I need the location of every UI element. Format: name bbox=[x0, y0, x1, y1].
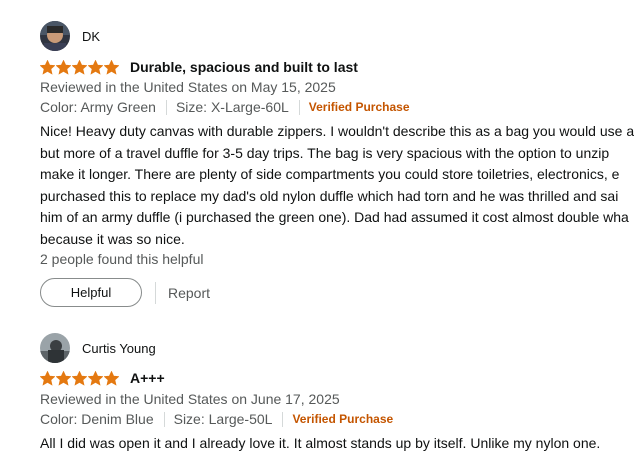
star-rating[interactable] bbox=[40, 370, 119, 386]
star-icon bbox=[72, 370, 87, 386]
rating-title-row: Durable, spacious and built to last bbox=[40, 59, 358, 75]
review-title[interactable]: Durable, spacious and built to last bbox=[130, 59, 358, 75]
review-body-line: purchased this to replace my dad's old n… bbox=[40, 187, 619, 204]
star-icon bbox=[104, 59, 119, 75]
review-body-line: him of an army duffle (i purchased the g… bbox=[40, 209, 629, 225]
star-icon bbox=[40, 59, 55, 75]
star-icon bbox=[56, 59, 71, 75]
product-variant: Color: Denim Blue Size: Large-50L Verifi… bbox=[40, 411, 393, 427]
review-body: Nice! Heavy duty canvas with durable zip… bbox=[40, 121, 634, 250]
star-icon bbox=[72, 59, 87, 75]
variant-size[interactable]: Size: X-Large-60L bbox=[176, 99, 289, 115]
rating-title-row: A+++ bbox=[40, 370, 165, 386]
divider bbox=[163, 411, 165, 427]
variant-color[interactable]: Color: Army Green bbox=[40, 99, 156, 115]
star-icon bbox=[40, 370, 55, 386]
review-date: Reviewed in the United States on May 15,… bbox=[40, 79, 336, 95]
review-body: All I did was open it and I already love… bbox=[40, 433, 634, 455]
avatar bbox=[40, 21, 70, 51]
star-icon bbox=[104, 370, 119, 386]
star-icon bbox=[56, 370, 71, 386]
review-body-line: but more of a travel duffle for 3-5 day … bbox=[40, 144, 610, 161]
product-variant: Color: Army Green Size: X-Large-60L Veri… bbox=[40, 99, 410, 115]
star-rating[interactable] bbox=[40, 59, 119, 75]
divider bbox=[155, 281, 156, 304]
reviewer-name[interactable]: DK bbox=[82, 29, 100, 44]
verified-purchase-badge[interactable]: Verified Purchase bbox=[292, 412, 393, 426]
reviewer-name[interactable]: Curtis Young bbox=[82, 341, 156, 356]
review-body-line: All I did was open it and I already love… bbox=[40, 435, 601, 451]
verified-purchase-badge[interactable]: Verified Purchase bbox=[309, 100, 410, 114]
review-body-line: Nice! Heavy duty canvas with durable zip… bbox=[40, 123, 634, 139]
review-date: Reviewed in the United States on June 17… bbox=[40, 391, 340, 407]
helpful-count: 2 people found this helpful bbox=[40, 251, 204, 267]
divider bbox=[165, 99, 167, 115]
review-actions: Helpful Report bbox=[40, 278, 210, 307]
variant-color[interactable]: Color: Denim Blue bbox=[40, 411, 154, 427]
avatar bbox=[40, 333, 70, 363]
divider bbox=[298, 99, 300, 115]
variant-size[interactable]: Size: Large-50L bbox=[174, 411, 273, 427]
review-body-line: make it longer. There are plenty of side… bbox=[40, 166, 620, 182]
review-body-line: because it was so nice. bbox=[40, 230, 185, 247]
star-icon bbox=[88, 370, 103, 386]
report-link[interactable]: Report bbox=[168, 285, 210, 301]
divider bbox=[282, 411, 284, 427]
review-title[interactable]: A+++ bbox=[130, 370, 165, 386]
helpful-button[interactable]: Helpful bbox=[40, 278, 142, 307]
reviewer-profile[interactable]: Curtis Young bbox=[40, 333, 156, 363]
star-icon bbox=[88, 59, 103, 75]
reviewer-profile[interactable]: DK bbox=[40, 21, 100, 51]
